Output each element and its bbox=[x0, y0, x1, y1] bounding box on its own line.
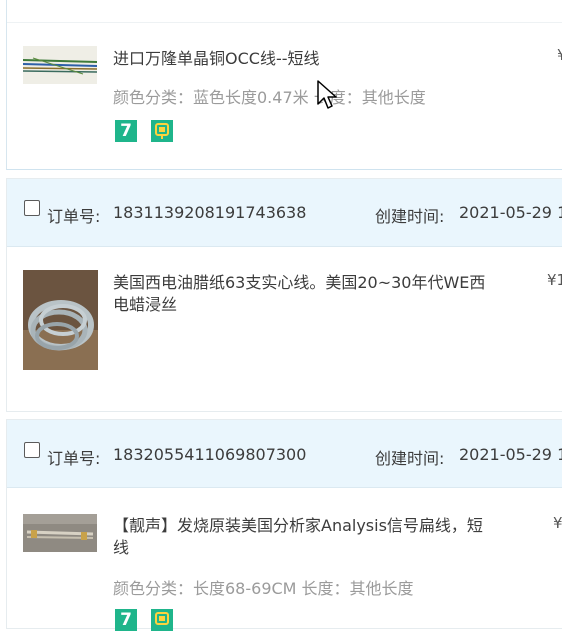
order-number-label: 订单号: bbox=[47, 449, 101, 468]
order-number: 1831139208191743638 bbox=[113, 203, 307, 222]
order-select-checkbox[interactable] bbox=[24, 200, 40, 216]
order-card: 订单号: 1832055411069807300 创建时间: 2021-05-2… bbox=[6, 419, 562, 631]
created-time: 2021-05-29 1 bbox=[459, 445, 562, 464]
order-card: 订单号: 1831139208191743638 创建时间: 2021-05-2… bbox=[6, 178, 562, 412]
product-title[interactable]: 美国西电油腊纸63支实心线。美国20~30年代WE西 电蜡浸丝 bbox=[113, 272, 533, 316]
product-thumbnail[interactable] bbox=[23, 270, 98, 370]
created-time: 2021-05-29 1 bbox=[459, 203, 562, 222]
guarantee-icon[interactable] bbox=[151, 120, 173, 142]
service-7-icon[interactable]: 7 bbox=[115, 609, 137, 631]
product-thumbnail[interactable] bbox=[23, 514, 97, 552]
order-header: 订单号: 1832055411069807300 创建时间: 2021-05-2… bbox=[7, 420, 562, 488]
product-title-line1: 美国西电油腊纸63支实心线。美国20~30年代WE西 bbox=[113, 273, 486, 292]
product-title-line2: 线 bbox=[113, 538, 130, 557]
product-price: ¥ bbox=[553, 514, 562, 532]
order-card-previous: 进口万隆单晶铜OCC线--短线 颜色分类：蓝色长度0.47米 长度：其他长度 ¥… bbox=[6, 0, 562, 170]
order-select-checkbox[interactable] bbox=[24, 442, 40, 458]
product-title[interactable]: 【靓声】发烧原装美国分析家Analysis信号扁线，短 线 bbox=[113, 515, 533, 559]
created-time-label: 创建时间: bbox=[375, 449, 445, 468]
product-spec: 颜色分类：长度68-69CM 长度：其他长度 bbox=[113, 579, 414, 598]
product-thumbnail[interactable] bbox=[23, 46, 97, 84]
product-price: ¥1 bbox=[547, 271, 562, 289]
product-spec: 颜色分类：蓝色长度0.47米 长度：其他长度 bbox=[113, 88, 426, 107]
order-number-label: 订单号: bbox=[47, 207, 101, 226]
created-time-label: 创建时间: bbox=[375, 207, 445, 226]
order-header: 订单号: 1831139208191743638 创建时间: 2021-05-2… bbox=[7, 179, 562, 247]
product-price: ¥ bbox=[557, 46, 562, 64]
product-title-line1: 【靓声】发烧原装美国分析家Analysis信号扁线，短 bbox=[113, 516, 483, 535]
mouse-cursor-icon bbox=[317, 80, 337, 114]
divider bbox=[7, 22, 562, 23]
product-title-line2: 电蜡浸丝 bbox=[113, 295, 178, 314]
service-7-icon[interactable]: 7 bbox=[115, 120, 137, 142]
guarantee-icon[interactable] bbox=[151, 609, 173, 631]
order-number: 1832055411069807300 bbox=[113, 445, 307, 464]
product-title[interactable]: 进口万隆单晶铜OCC线--短线 bbox=[113, 48, 320, 70]
